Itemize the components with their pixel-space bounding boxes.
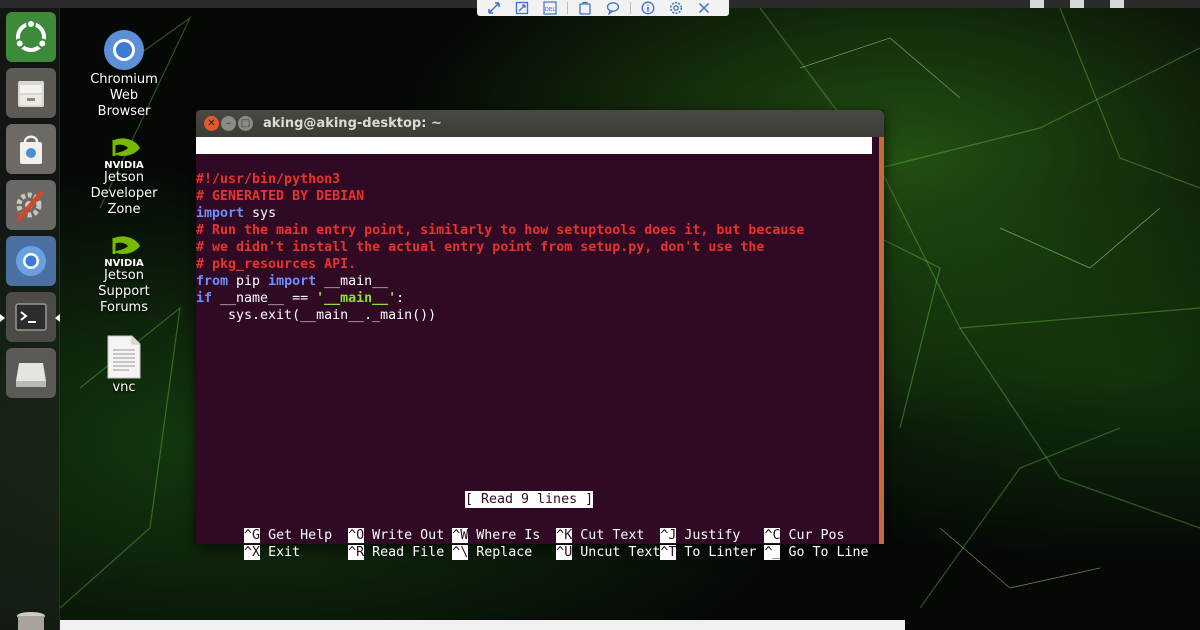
desktop-icon-vnc[interactable]: vnc [76, 334, 172, 396]
toolbar-separator [630, 2, 631, 14]
terminal-icon [15, 303, 47, 331]
shortcut-read-file[interactable]: ^R Read File [348, 545, 452, 560]
info-icon[interactable] [637, 1, 659, 15]
code-text: : [396, 291, 405, 306]
ctrl-alt-del-icon[interactable]: DEL [539, 1, 561, 15]
svg-text:NVIDIA: NVIDIA [104, 258, 144, 268]
svg-text:NVIDIA: NVIDIA [104, 160, 144, 170]
launcher-terminal[interactable] [6, 292, 56, 342]
remote-toolbar: DEL [477, 0, 729, 16]
code-line-3: import sys [196, 205, 276, 222]
code-line-1: #!/usr/bin/python3 [196, 172, 341, 187]
window-minimize-control[interactable] [1030, 0, 1044, 8]
window-close-control[interactable] [1110, 0, 1124, 8]
code-text: pip [228, 274, 269, 289]
launcher-chromium[interactable] [6, 236, 56, 286]
desktop-icon-label: Web [109, 88, 139, 103]
unity-launcher [0, 8, 60, 630]
svg-text:DEL: DEL [545, 7, 557, 13]
nvidia-icon: NVIDIA [104, 138, 144, 170]
active-indicator-icon [0, 314, 5, 322]
maximize-window-button[interactable]: □ [238, 116, 253, 131]
file-cabinet-icon [18, 81, 44, 107]
launcher-trash[interactable] [6, 608, 56, 630]
code-text: sys [244, 206, 277, 221]
desktop-icon-jetson-support-forums[interactable]: NVIDIA Jetson Support Forums [76, 232, 172, 316]
nano-shortcuts-row-2: ^X Exit ^R Read File ^\ Replace ^U Uncut… [196, 527, 869, 578]
terminal-title: aking@aking-desktop: ~ [263, 116, 442, 131]
desktop-icon-label: Jetson [104, 170, 144, 185]
shortcut-to-linter[interactable]: ^T To Linter [660, 545, 764, 560]
ubuntu-logo-icon [14, 19, 48, 52]
shopping-bag-icon [20, 135, 42, 164]
clipboard-icon[interactable] [574, 1, 596, 15]
keyword: from [196, 274, 229, 289]
bottom-panel-strip [60, 620, 905, 630]
window-maximize-control[interactable] [1070, 0, 1084, 8]
keyword: if [196, 291, 213, 306]
shortcut-go-to-line[interactable]: ^_ Go To Line [764, 545, 869, 560]
shortcut-exit[interactable]: ^X Exit [244, 545, 348, 560]
nano-file-path: /usr/bin/pip3 [500, 172, 605, 187]
terminal-titlebar[interactable]: ✕ – □ aking@aking-desktop: ~ [196, 110, 884, 137]
launcher-files[interactable] [6, 68, 56, 118]
terminal-scrollbar[interactable] [879, 137, 884, 544]
document-icon [107, 335, 141, 379]
nano-version: GNU nano 2.9.3 [244, 155, 373, 170]
desktop-icon-label: Zone [107, 202, 141, 217]
launcher-system-settings[interactable] [6, 180, 56, 230]
fit-icon[interactable] [511, 1, 533, 15]
close-icon[interactable] [693, 1, 715, 15]
desktop-icon-jetson-developer-zone[interactable]: NVIDIA Jetson Developer Zone [76, 134, 172, 218]
desktop-icon-label: Chromium [90, 72, 158, 87]
fullscreen-icon[interactable] [483, 1, 505, 15]
code-text: __main__ [316, 274, 389, 289]
launcher-software-center[interactable] [6, 124, 56, 174]
nano-status-message: [ Read 9 lines ] [465, 491, 594, 508]
code-line-6: # pkg_resources API. [196, 257, 357, 272]
trash-icon [17, 612, 45, 630]
terminal-window[interactable]: ✕ – □ aking@aking-desktop: ~ GNU nano 2.… [196, 110, 884, 560]
code-line-8: if __name__ == '__main__': [196, 290, 404, 307]
focus-indicator-icon [55, 314, 60, 322]
shortcut-uncut-text[interactable]: ^U Uncut Text [556, 545, 660, 560]
chromium-icon [16, 246, 46, 276]
settings-tools-icon [16, 190, 44, 222]
desktop-icon-chromium[interactable]: Chromium Web Browser [76, 28, 172, 120]
keyword: import [196, 206, 245, 221]
desktop-icon-label: Browser [97, 104, 151, 119]
chat-icon[interactable] [602, 1, 624, 15]
settings-icon[interactable] [665, 1, 687, 15]
desktop-icon-label: Support [98, 284, 150, 299]
keyword: import [268, 274, 317, 289]
code-line-7: from pip import __main__ [196, 273, 388, 290]
code-line-9: sys.exit(__main__._main()) [196, 308, 437, 323]
desktop-icon-label: Developer [90, 186, 158, 201]
code-line-4: # Run the main entry point, similarly to… [196, 223, 805, 238]
drive-icon [16, 363, 46, 387]
desktop-icon-label: Forums [100, 300, 148, 315]
nvidia-icon: NVIDIA [104, 236, 144, 268]
code-line-2: # GENERATED BY DEBIAN [196, 189, 365, 204]
launcher-ubuntu-dash[interactable] [6, 12, 56, 62]
desktop-icon-label: vnc [112, 380, 136, 395]
desktop-icon-label: Jetson [104, 268, 144, 283]
toolbar-separator [567, 2, 568, 14]
shortcut-replace[interactable]: ^\ Replace [452, 545, 556, 560]
code-line-5: # we didn't install the actual entry poi… [196, 240, 765, 255]
chromium-icon [104, 30, 144, 70]
string-literal: '__main__' [316, 291, 397, 306]
close-window-button[interactable]: ✕ [204, 116, 219, 131]
launcher-drive[interactable] [6, 348, 56, 398]
minimize-window-button[interactable]: – [221, 116, 236, 131]
nano-header-bar: GNU nano 2.9.3 /usr/bin/pip3 [196, 137, 872, 187]
code-text: __name__ == [212, 291, 317, 306]
nano-editor[interactable]: GNU nano 2.9.3 /usr/bin/pip3 #!/usr/bin/… [196, 137, 879, 560]
